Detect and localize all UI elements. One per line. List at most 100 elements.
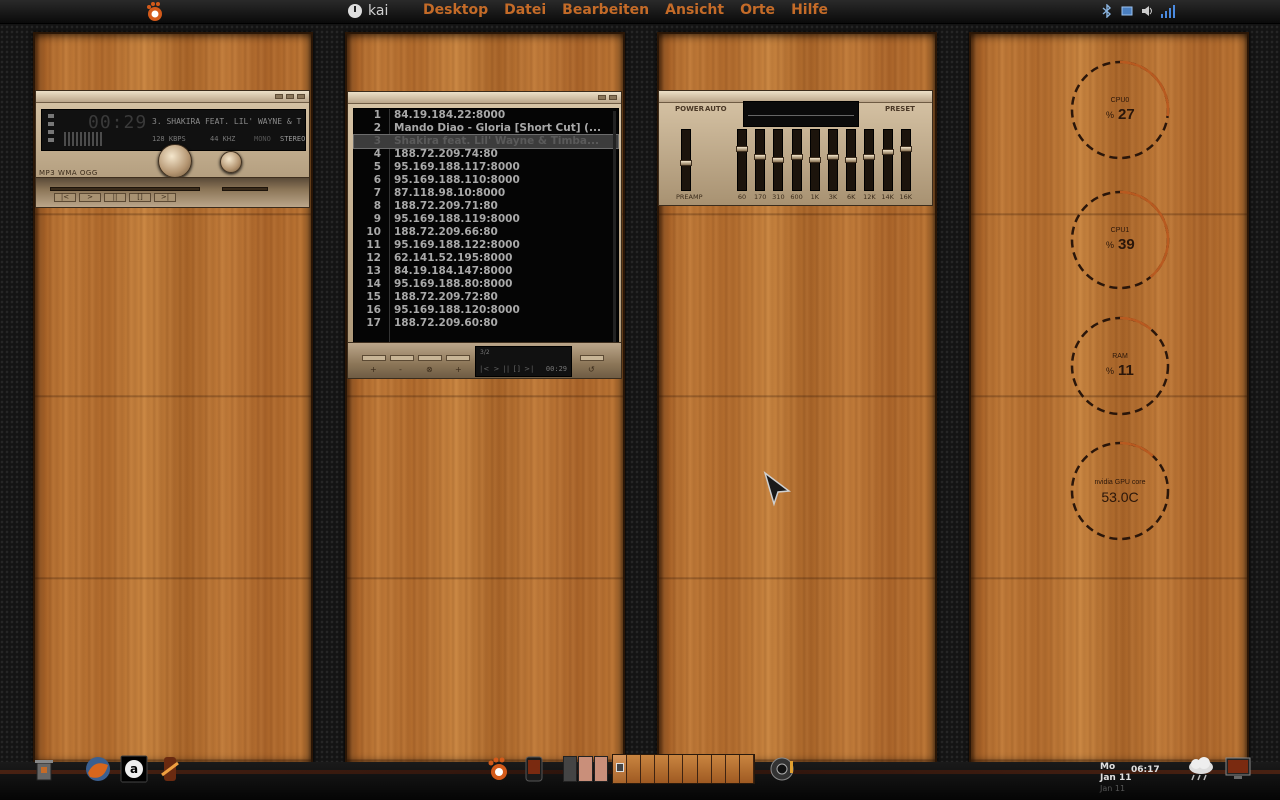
playlist-row[interactable]: 17 188.72.209.60:80 <box>354 317 618 330</box>
phone-icon[interactable] <box>520 755 548 783</box>
eq-power-toggle[interactable]: POWER <box>675 105 704 113</box>
eq-handle[interactable] <box>845 157 858 163</box>
eq-handle[interactable] <box>754 154 767 160</box>
window-list[interactable] <box>563 756 608 782</box>
eq-slider-600[interactable] <box>790 129 803 191</box>
prev-button[interactable]: |< <box>54 193 76 202</box>
eq-handle[interactable] <box>899 146 912 152</box>
trash-icon[interactable] <box>30 755 58 783</box>
eq-handle[interactable] <box>863 154 876 160</box>
shade-icon[interactable] <box>598 95 606 100</box>
add-button[interactable] <box>362 355 386 361</box>
eq-handle[interactable] <box>680 160 692 166</box>
eq-handle[interactable] <box>808 157 821 163</box>
remove-button[interactable] <box>390 355 414 361</box>
eq-handle[interactable] <box>881 149 894 155</box>
window-thumb[interactable] <box>593 756 608 782</box>
list-button[interactable] <box>580 355 604 361</box>
eq-slider-3k[interactable] <box>827 129 839 191</box>
monitor-icon[interactable] <box>1224 755 1252 783</box>
equalizer-window[interactable]: POWER AUTO PRESET PREAMP 60 170 310 600 1K 3K 6… <box>658 90 933 206</box>
signal-icon[interactable] <box>1160 4 1176 18</box>
playlist-row[interactable]: 3 Shakira feat. Lil' Wayne & Timba... <box>353 134 619 149</box>
window-thumb[interactable] <box>578 756 593 782</box>
playlist-row[interactable]: 14 95.169.188.80:8000 <box>354 278 618 291</box>
pan-bar[interactable] <box>222 187 268 191</box>
eq-slider-6k[interactable] <box>845 129 858 191</box>
eq-slider-1k[interactable] <box>808 129 821 191</box>
workspace-4[interactable] <box>655 755 670 783</box>
minimize-icon[interactable] <box>275 94 283 99</box>
scripts-icon[interactable] <box>156 755 184 783</box>
workspace-3[interactable] <box>641 755 656 783</box>
playlist-scrollbar[interactable] <box>613 111 616 343</box>
speaker-icon[interactable] <box>768 755 796 783</box>
eq-slider-12k[interactable] <box>863 129 876 191</box>
gnome-foot-icon[interactable] <box>484 755 512 783</box>
user-switcher[interactable]: kai <box>348 3 388 19</box>
close-icon[interactable] <box>609 95 617 100</box>
playlist-row[interactable]: 7 87.118.98.10:8000 <box>354 187 618 200</box>
amarok-icon[interactable]: a <box>120 755 148 783</box>
audio-player-window[interactable]: 00:29 3. SHAKIRA FEAT. LIL' WAYNE & T 12… <box>35 90 310 208</box>
menu-desktop[interactable]: Desktop <box>423 2 488 18</box>
menu-orte[interactable]: Orte <box>740 2 775 18</box>
clock-date[interactable]: Jan 11 <box>1100 773 1132 783</box>
user-name[interactable]: kai <box>368 3 388 19</box>
workspace-8[interactable] <box>711 755 726 783</box>
select-button[interactable] <box>418 355 442 361</box>
visualizer[interactable] <box>64 132 102 146</box>
firefox-icon[interactable] <box>84 755 112 783</box>
playlist-row[interactable]: 2 Mando Diao - Gloria [Short Cut] (... <box>354 122 618 135</box>
playlist-row[interactable]: 8 188.72.209.71:80 <box>354 200 618 213</box>
stop-button[interactable]: [] <box>129 193 151 202</box>
eq-handle[interactable] <box>736 146 748 152</box>
workspace-5[interactable] <box>669 755 684 783</box>
playlist-row[interactable]: 12 62.141.52.195:8000 <box>354 252 618 265</box>
weather-icon[interactable] <box>1186 755 1216 783</box>
playlist-window[interactable]: 1 84.19.184.22:8000 2 Mando Diao - Gloria [… <box>347 91 622 379</box>
close-icon[interactable] <box>297 94 305 99</box>
window-thumb[interactable] <box>563 756 578 782</box>
eq-slider-60[interactable] <box>736 129 748 191</box>
eq-auto-toggle[interactable]: AUTO <box>705 105 727 113</box>
playlist-row[interactable]: 6 95.169.188.110:8000 <box>354 174 618 187</box>
workspace-6[interactable] <box>683 755 698 783</box>
eq-preset-button[interactable]: PRESET <box>885 105 915 113</box>
workspace-7[interactable] <box>697 755 712 783</box>
playlist-list[interactable]: 1 84.19.184.22:8000 2 Mando Diao - Gloria [… <box>353 108 619 344</box>
bluetooth-icon[interactable] <box>1100 4 1114 18</box>
player-titlebar[interactable] <box>36 91 309 103</box>
eq-slider-16k[interactable] <box>899 129 912 191</box>
menu-bearbeiten[interactable]: Bearbeiten <box>562 2 649 18</box>
pause-button[interactable]: || <box>104 193 126 202</box>
menu-ansicht[interactable]: Ansicht <box>665 2 724 18</box>
eq-slider-170[interactable] <box>754 129 767 191</box>
eq-slider-14k[interactable] <box>881 129 894 191</box>
shade-icon[interactable] <box>286 94 294 99</box>
playlist-row[interactable]: 13 84.19.184.147:8000 <box>354 265 618 278</box>
workspace-1[interactable] <box>613 755 628 783</box>
eq-slider-preamp[interactable] <box>680 129 692 191</box>
workspace-10[interactable] <box>739 755 754 783</box>
playlist-row[interactable]: 16 95.169.188.120:8000 <box>354 304 618 317</box>
eq-handle[interactable] <box>772 157 785 163</box>
seek-bar[interactable] <box>50 187 200 191</box>
clock-time[interactable]: 06:17 <box>1131 765 1160 775</box>
network-icon[interactable] <box>1120 4 1134 18</box>
power-icon[interactable] <box>348 4 362 18</box>
eq-handle[interactable] <box>827 154 839 160</box>
play-button[interactable]: > <box>79 193 101 202</box>
playlist-row[interactable]: 10 188.72.209.66:80 <box>354 226 618 239</box>
clock-day[interactable]: Mo <box>1100 762 1115 772</box>
misc-button[interactable] <box>446 355 470 361</box>
workspace-switcher[interactable] <box>612 754 755 784</box>
playlist-row[interactable]: 9 95.169.188.119:8000 <box>354 213 618 226</box>
foot-logo-icon[interactable] <box>144 1 164 23</box>
mini-transport[interactable]: |< > || [] >| <box>480 365 534 373</box>
playlist-row[interactable]: 4 188.72.209.74:80 <box>354 148 618 161</box>
workspace-2[interactable] <box>627 755 642 783</box>
volume-icon[interactable] <box>1140 4 1154 18</box>
menu-hilfe[interactable]: Hilfe <box>791 2 828 18</box>
eq-handle[interactable] <box>790 154 803 160</box>
